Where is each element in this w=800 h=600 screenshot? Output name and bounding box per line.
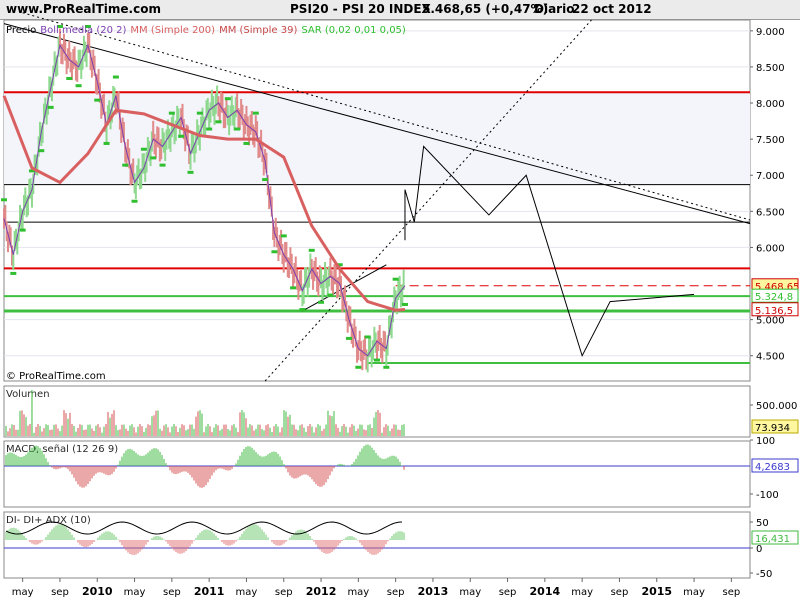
legend-item: Boll.media (20 2) (40, 25, 126, 36)
x-tick-label: 2011 (194, 585, 225, 598)
dmi-last-value: 16,431 (755, 534, 790, 545)
x-tick-label: sep (611, 587, 629, 598)
macd-y-tick-label: -100 (756, 490, 779, 501)
x-tick-label: may (347, 587, 369, 598)
watermark: © ProRealTime.com (6, 371, 106, 382)
dmi-y-tick-label: 0 (756, 544, 762, 555)
price-y-tick-label: 6.500 (756, 207, 785, 218)
dmi-y-tick-label: 50 (756, 518, 769, 529)
chart-canvas[interactable]: 9.000 8.500 8.000 7.500 7.000 6.500 6.000 5.000… (0, 0, 800, 600)
price-y-tick-label: 7.000 (756, 171, 785, 182)
price-y-tick-label: 7.500 (756, 135, 785, 146)
x-tick-label: may (683, 587, 705, 598)
price-y-tick-label: 5.000 (756, 316, 785, 327)
x-tick-label: sep (275, 587, 293, 598)
dmi-y-tick-label: -50 (756, 569, 772, 580)
price-y-tick-label: 8.500 (756, 63, 785, 74)
x-tick-label: 2010 (82, 585, 113, 598)
x-tick-label: may (571, 587, 593, 598)
x-tick-label: sep (722, 587, 740, 598)
macd-title: MACD, señal (12 26 9) (6, 444, 118, 455)
volume-last-value: 73.934 (755, 423, 790, 434)
price-y-tick-label: 8.000 (756, 99, 785, 110)
macd-last-value: 4,2683 (755, 462, 790, 473)
x-tick-label: sep (387, 587, 405, 598)
legend-item: MM (Simple 200) (130, 25, 215, 36)
price-panel (3, 19, 751, 382)
x-tick-label: sep (51, 587, 69, 598)
dmi-panel (3, 511, 751, 579)
macd-y-tick-label: 100 (756, 436, 775, 447)
dmi-title: DI- DI+ ADX (10) (6, 515, 91, 526)
x-tick-label: may (236, 587, 258, 598)
x-tick-label: sep (499, 587, 517, 598)
price-label: 5.136,5 (755, 306, 793, 317)
x-tick-label: sep (163, 587, 181, 598)
x-tick-label: 2015 (641, 585, 672, 598)
price-y-tick-label: 6.000 (756, 243, 785, 254)
price-label: 5.324,8 (755, 292, 793, 303)
volume-y-tick-label: 500.000 (756, 401, 797, 412)
volume-title: Volumen (6, 389, 50, 400)
price-y-tick-label: 4.500 (756, 352, 785, 363)
legend-item: Precio (6, 25, 36, 36)
x-tick-label: may (459, 587, 481, 598)
x-tick-label: 2013 (418, 585, 449, 598)
chart-window: www.ProRealTime.com PSI20 - PSI 20 INDEX… (0, 0, 800, 600)
x-tick-label: may (12, 587, 34, 598)
legend-item: SAR (0,02 0,01 0,05) (301, 25, 406, 36)
x-tick-label: may (124, 587, 146, 598)
price-y-tick-label: 9.000 (756, 27, 785, 38)
x-tick-label: 2014 (530, 585, 561, 598)
legend-item: MM (Simple 39) (219, 25, 297, 36)
x-tick-label: 2012 (306, 585, 337, 598)
